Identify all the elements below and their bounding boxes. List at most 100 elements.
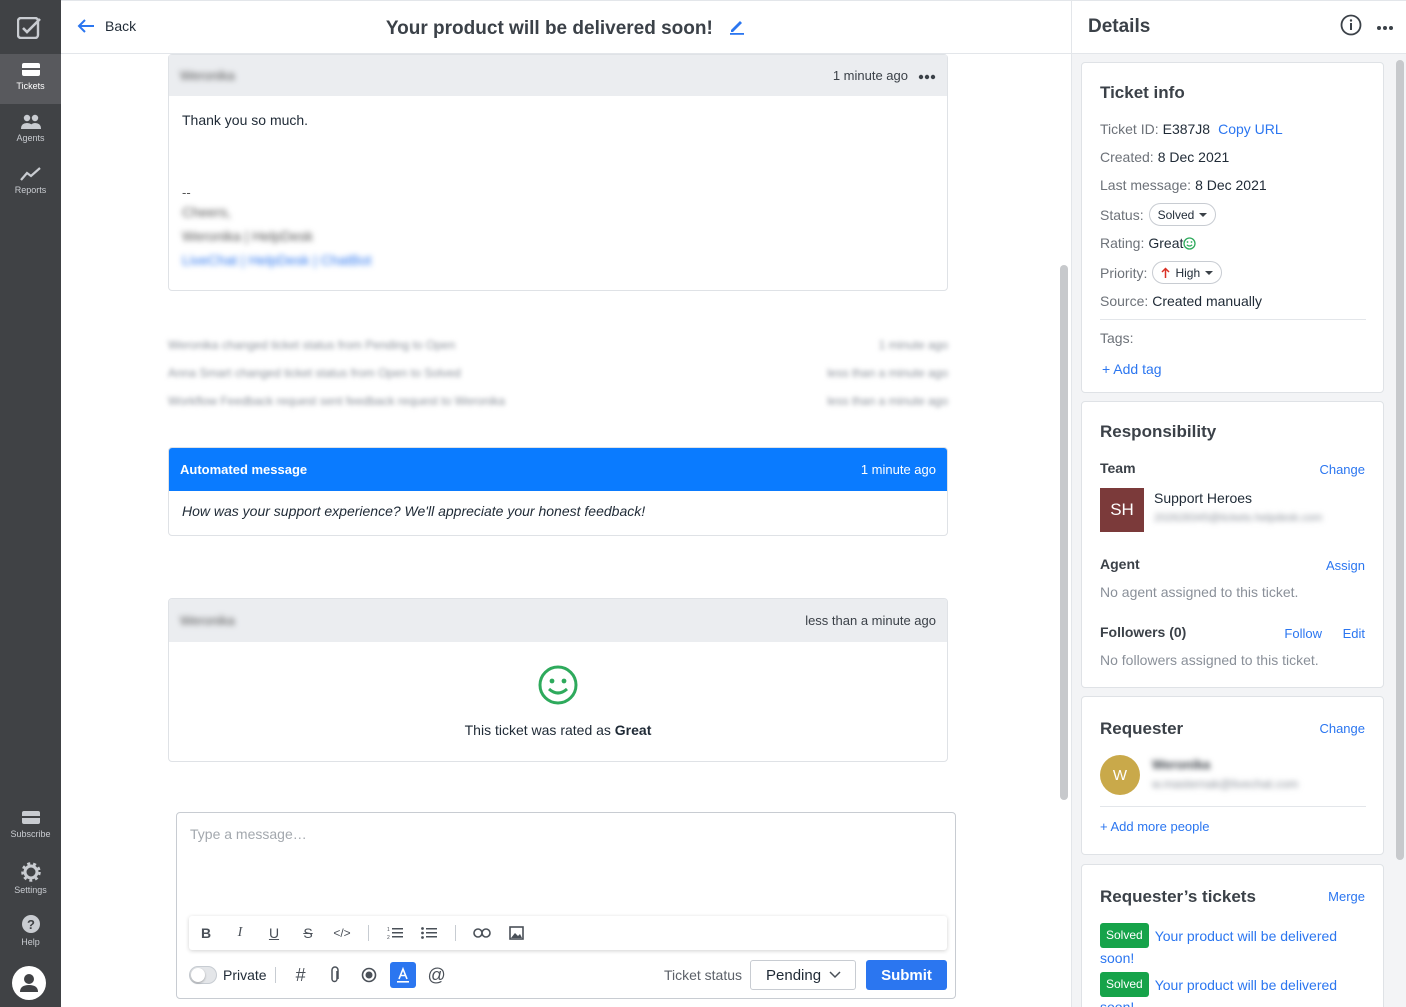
rating-author: Weronika (180, 613, 235, 628)
attach-button[interactable] (318, 962, 352, 988)
info-button[interactable] (1340, 14, 1362, 41)
source-row: Source: Created manually (1100, 293, 1262, 309)
code-icon: </> (333, 926, 351, 940)
rating-time: less than a minute ago (805, 613, 936, 628)
user-avatar[interactable] (12, 966, 46, 1000)
nav-reports[interactable]: Reports (0, 158, 61, 208)
event-text: Workflow Feedback request sent feedback … (168, 394, 506, 408)
rating-label: Rating: (1100, 235, 1145, 251)
add-more-people-link[interactable]: + Add more people (1100, 819, 1210, 834)
rating-text: This ticket was rated as (464, 722, 611, 738)
rating-card: Weronika less than a minute ago This tic… (168, 598, 948, 762)
nav-label: Reports (14, 185, 47, 195)
agents-icon (20, 114, 41, 129)
automated-body: How was your support experience? We'll a… (182, 503, 646, 519)
canned-response-button[interactable]: # (284, 962, 318, 988)
ordered-list-button[interactable]: 12 (378, 916, 412, 950)
edit-followers-link[interactable]: Edit (1343, 626, 1365, 641)
automated-message: Automated message 1 minute ago How was y… (168, 447, 948, 536)
requester-ticket-item[interactable]: Solved Your product will be delivered soo… (1100, 923, 1366, 969)
text-format-icon (396, 967, 409, 983)
message-input[interactable]: Type a message… (190, 826, 307, 842)
divider (1100, 319, 1366, 320)
nav-label: Subscribe (10, 829, 51, 839)
created-row: Created: 8 Dec 2021 (1100, 149, 1229, 165)
signature-dash: -- (182, 185, 191, 200)
copy-url-link[interactable]: Copy URL (1218, 121, 1283, 137)
nav-label: Settings (14, 885, 47, 895)
message-author: Weronika (180, 68, 235, 83)
agent-assign-link[interactable]: Assign (1326, 558, 1365, 573)
event-time: less than a minute ago (827, 394, 948, 408)
toolbar-divider (368, 925, 369, 941)
add-tag-link[interactable]: + Add tag (1102, 361, 1162, 377)
team-change-link[interactable]: Change (1319, 462, 1365, 477)
submit-button[interactable]: Submit (866, 960, 947, 990)
details-panel: Details Ticket info Ticket ID: E387J8 Co… (1071, 0, 1406, 1007)
nav-subscribe[interactable]: Subscribe (0, 802, 61, 852)
record-button[interactable] (352, 962, 386, 988)
italic-button[interactable]: I (223, 916, 257, 950)
follow-link[interactable]: Follow (1284, 626, 1322, 641)
nav-tickets[interactable]: Tickets (0, 54, 61, 104)
strikethrough-button[interactable]: S (291, 916, 325, 950)
add-tag-row: + Add tag (1102, 361, 1162, 377)
paperclip-icon (330, 966, 339, 983)
ticket-id-label: Ticket ID: (1100, 121, 1159, 137)
agent-empty-text: No agent assigned to this ticket. (1100, 584, 1299, 600)
logo-icon[interactable] (17, 17, 41, 39)
responsibility-card: Responsibility Team Change SH Support He… (1081, 401, 1384, 688)
nav-settings[interactable]: Settings (0, 854, 61, 904)
code-button[interactable]: </> (325, 916, 359, 950)
rating-value: Great (614, 722, 652, 738)
source-value: Created manually (1152, 293, 1262, 309)
requester-change-link[interactable]: Change (1319, 721, 1365, 736)
caret-down-icon (1205, 270, 1214, 275)
image-button[interactable] (499, 916, 533, 950)
details-scroll-thumb[interactable] (1396, 60, 1404, 860)
edit-title-button[interactable] (728, 17, 746, 41)
automated-header: Automated message 1 minute ago (169, 448, 947, 491)
automated-label: Automated message (180, 462, 308, 477)
underline-icon: U (268, 925, 280, 941)
event-time: 1 minute ago (878, 338, 948, 352)
bullet-list-button[interactable] (412, 916, 446, 950)
details-more-button[interactable] (1376, 18, 1394, 36)
event-text: Weronika changed ticket status from Pend… (168, 338, 456, 352)
svg-text:1: 1 (387, 927, 390, 933)
status-dropdown[interactable]: Solved (1148, 203, 1217, 226)
conversation-scroll-thumb[interactable] (1060, 265, 1068, 800)
nav-help[interactable]: ? Help (0, 906, 61, 956)
subscribe-icon (21, 811, 40, 824)
followers-label: Followers (0) (1100, 624, 1187, 640)
link-button[interactable] (465, 916, 499, 950)
help-icon: ? (21, 915, 40, 933)
hashtag-icon: # (295, 964, 306, 985)
status-row: Status: Solved (1100, 203, 1217, 226)
team-avatar: SH (1100, 488, 1144, 532)
text-format-button[interactable] (389, 962, 416, 988)
requester-ticket-item[interactable]: Solved Your product will be delivered soo… (1100, 972, 1366, 1007)
status-value: Solved (1157, 207, 1195, 222)
ticket-status-select[interactable]: Pending (750, 960, 856, 990)
left-nav: Tickets Agents Reports Subscribe Setting… (0, 0, 61, 1007)
more-horizontal-icon (918, 74, 936, 80)
details-header: Details (1072, 0, 1406, 54)
event-time: less than a minute ago (827, 366, 948, 380)
mention-button[interactable]: @ (420, 962, 454, 988)
composer-actions: Private # @ Ticket status Pending Submit (189, 959, 947, 991)
underline-button[interactable]: U (257, 916, 291, 950)
merge-link[interactable]: Merge (1328, 889, 1365, 904)
message-composer: Type a message… B I U S </> 12 Private #… (176, 812, 956, 999)
more-options-button[interactable] (918, 68, 936, 83)
nav-agents[interactable]: Agents (0, 106, 61, 156)
private-toggle[interactable] (189, 966, 217, 984)
automated-time: 1 minute ago (860, 462, 936, 477)
private-label: Private (223, 967, 267, 983)
strikethrough-icon: S (303, 925, 313, 941)
signature-link[interactable]: LiveChat | HelpDesk | ChatBot (182, 248, 934, 272)
responsibility-title: Responsibility (1100, 422, 1217, 441)
priority-dropdown[interactable]: High (1152, 261, 1223, 284)
bold-button[interactable]: B (189, 916, 223, 950)
ticket-id-value: E387J8 (1162, 121, 1211, 137)
